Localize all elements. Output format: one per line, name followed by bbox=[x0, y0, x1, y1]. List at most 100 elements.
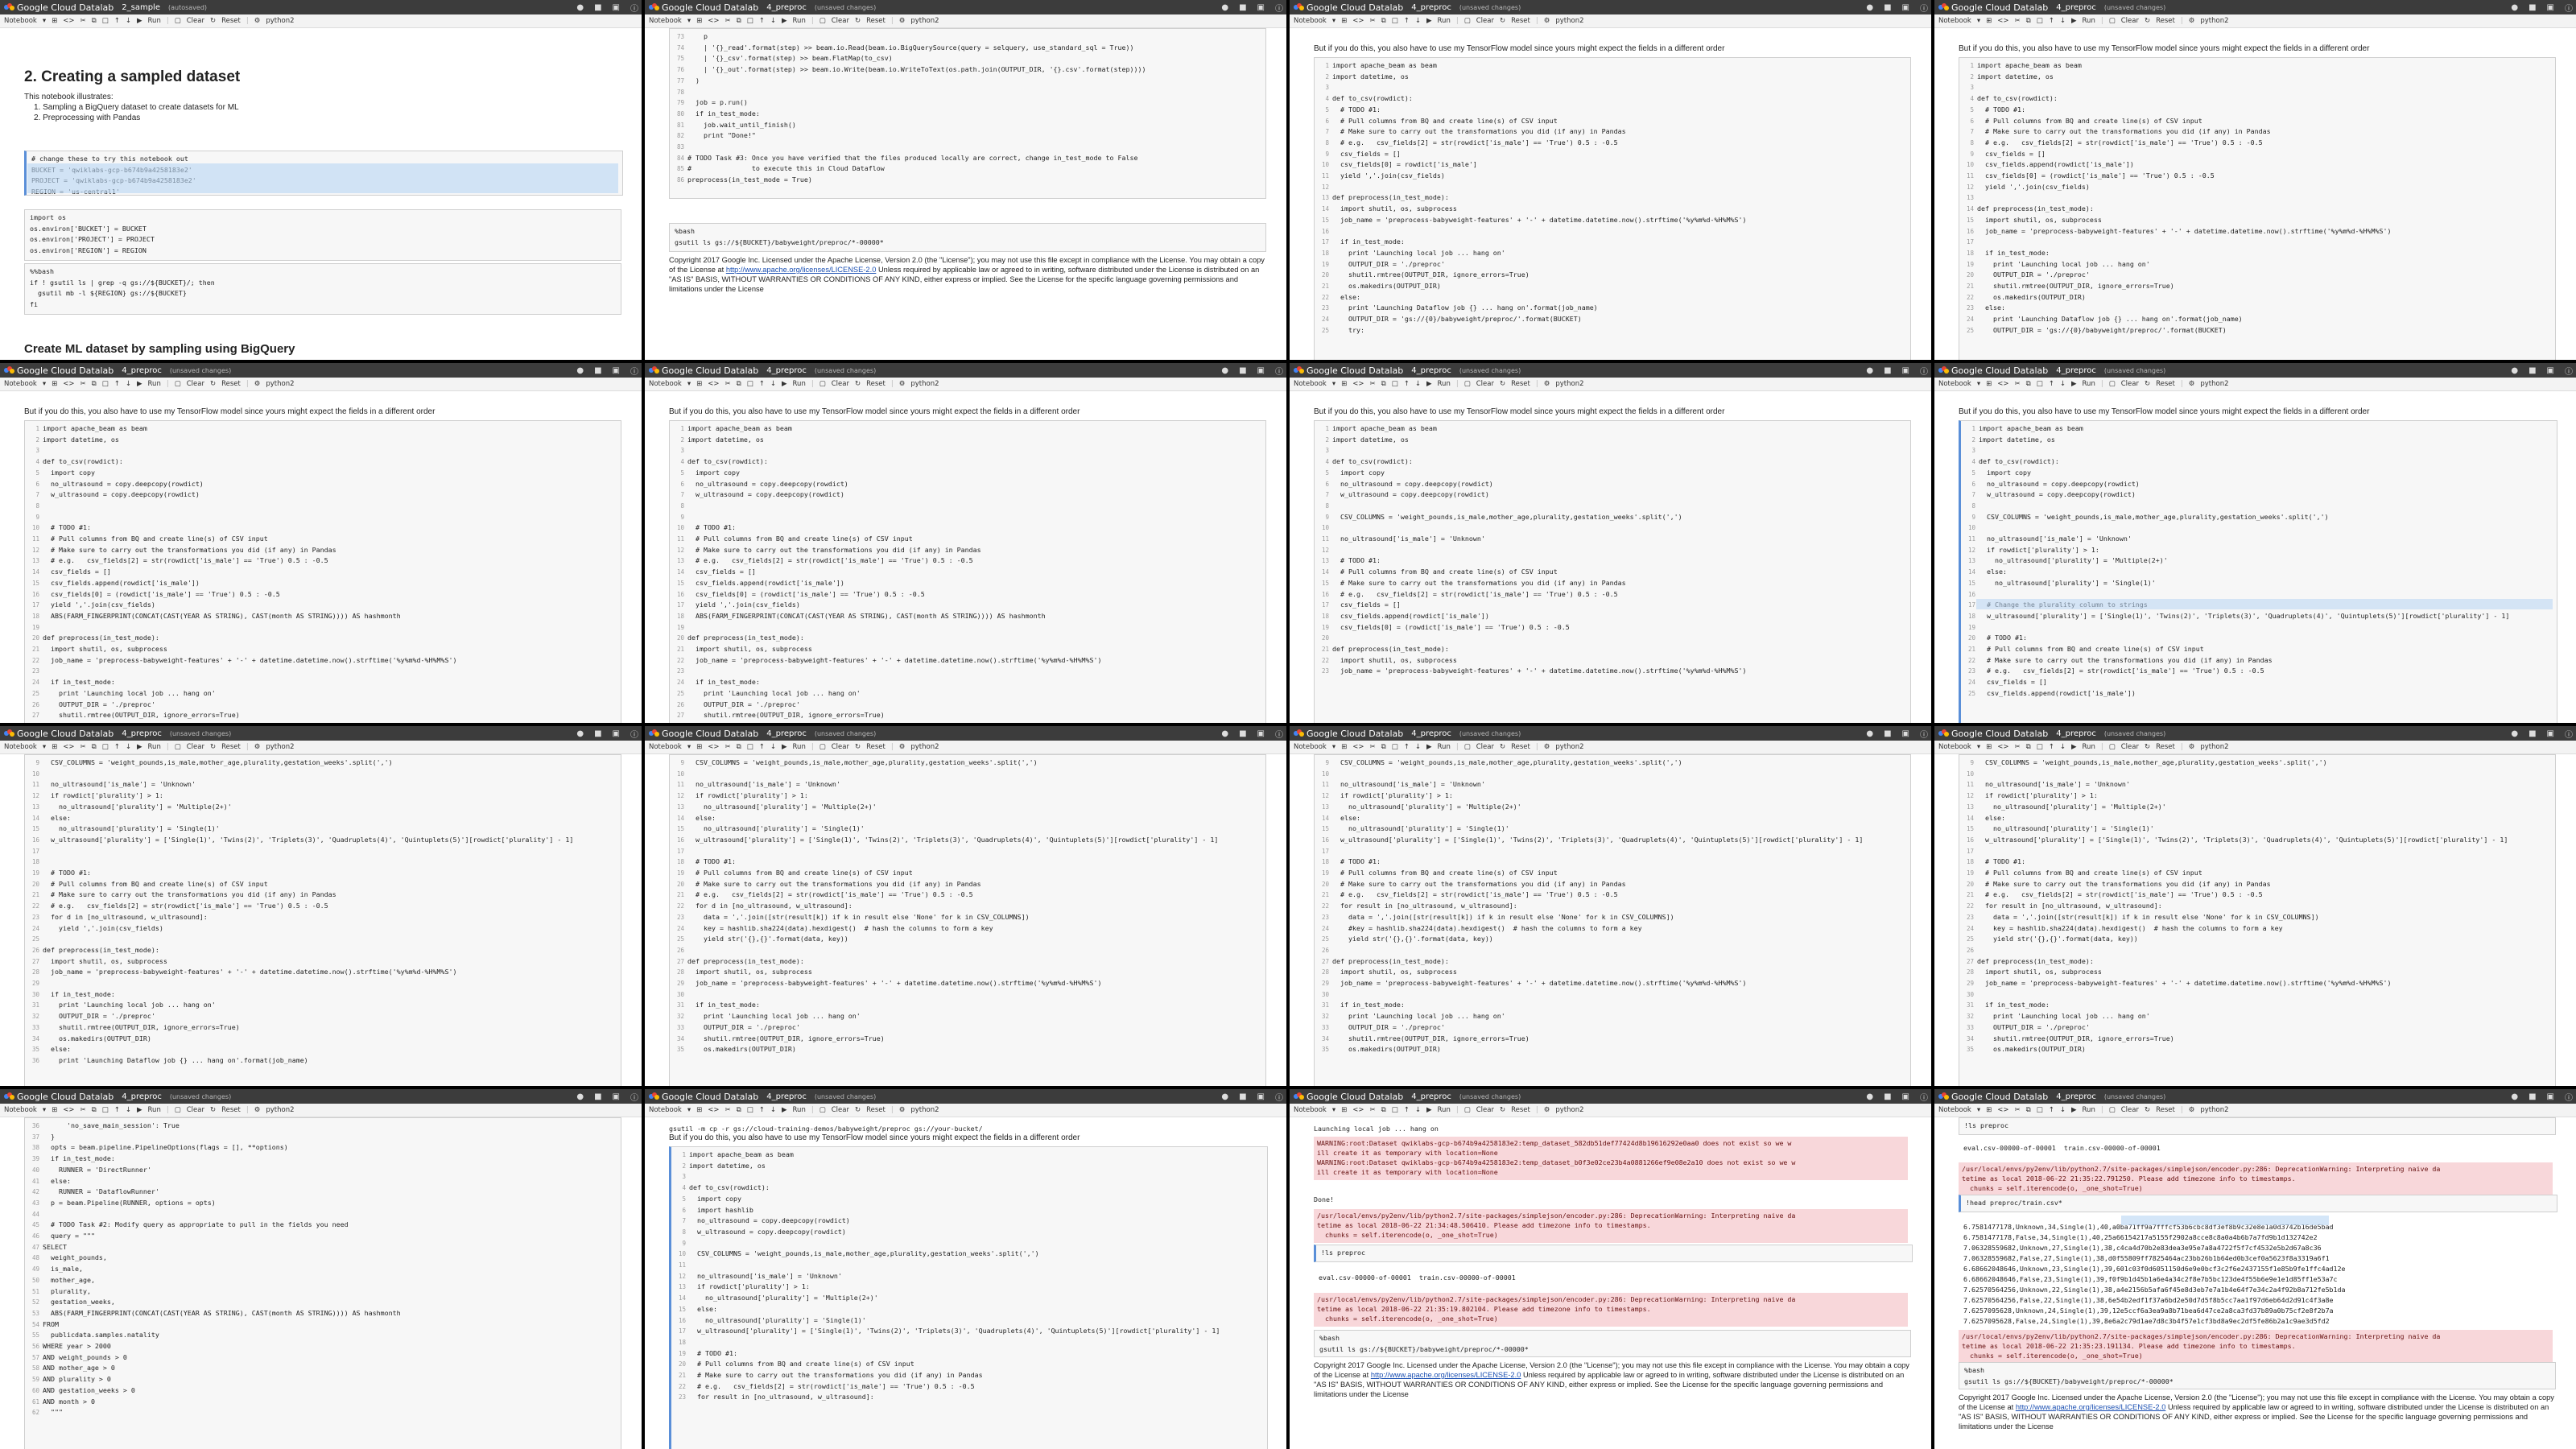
move-up-icon[interactable]: ↑ bbox=[759, 380, 765, 388]
clear-icon[interactable]: ▢ bbox=[175, 17, 181, 25]
stop-icon[interactable]: ■ bbox=[594, 729, 601, 738]
person-icon[interactable]: ● bbox=[576, 1092, 584, 1101]
run-button[interactable]: Run bbox=[2083, 380, 2095, 388]
notebook-name[interactable]: 4_preproc bbox=[1411, 3, 1451, 12]
move-up-icon[interactable]: ↑ bbox=[114, 743, 120, 751]
add-cell-icon[interactable]: ⊞ bbox=[1341, 743, 1347, 751]
code-icon[interactable]: <> bbox=[1997, 743, 2008, 751]
paste-icon[interactable]: □ bbox=[1392, 743, 1398, 751]
code-editor[interactable]: %bash gsutil ls gs://${BUCKET}/babyweigh… bbox=[675, 226, 1264, 251]
app-brand[interactable]: Google Cloud Datalab bbox=[1951, 2, 2048, 13]
person-icon[interactable]: ● bbox=[576, 366, 584, 375]
license-link[interactable]: http://www.apache.org/licenses/LICENSE-2… bbox=[726, 266, 877, 274]
paste-icon[interactable]: □ bbox=[2037, 743, 2043, 751]
stop-icon[interactable]: ■ bbox=[594, 366, 601, 375]
app-brand[interactable]: Google Cloud Datalab bbox=[1951, 1092, 2048, 1102]
paste-icon[interactable]: □ bbox=[102, 17, 109, 25]
person-icon[interactable]: ● bbox=[1221, 366, 1228, 375]
clear-button[interactable]: Clear bbox=[2121, 17, 2139, 25]
person-icon[interactable]: ● bbox=[576, 3, 584, 12]
stop-icon[interactable]: ■ bbox=[1884, 3, 1891, 12]
add-cell-icon[interactable]: ⊞ bbox=[696, 743, 702, 751]
run-icon[interactable]: ▶ bbox=[782, 1106, 787, 1114]
kernel-selector[interactable]: python2 bbox=[1555, 1106, 1583, 1114]
code-editor[interactable]: %%bash if ! gsutil ls | grep -q gs://${B… bbox=[30, 266, 619, 314]
app-brand[interactable]: Google Cloud Datalab bbox=[17, 729, 114, 739]
kernel-selector[interactable]: python2 bbox=[266, 380, 294, 388]
add-cell-icon[interactable]: ⊞ bbox=[52, 743, 57, 751]
save-icon[interactable]: ▣ bbox=[1257, 3, 1265, 12]
notebook-menu[interactable]: Notebook bbox=[1294, 1106, 1327, 1114]
kernel-icon[interactable]: ⚙ bbox=[254, 17, 261, 25]
move-down-icon[interactable]: ↓ bbox=[126, 17, 131, 25]
info-icon[interactable]: ⓘ bbox=[1275, 728, 1283, 740]
cut-icon[interactable]: ✂ bbox=[80, 380, 86, 388]
cut-icon[interactable]: ✂ bbox=[1370, 1106, 1376, 1114]
copy-icon[interactable]: ⧉ bbox=[737, 1106, 741, 1114]
code-cell[interactable]: %bash gsutil ls gs://${BUCKET}/babyweigh… bbox=[1314, 1330, 1911, 1357]
cut-icon[interactable]: ✂ bbox=[1370, 17, 1376, 25]
save-icon[interactable]: ▣ bbox=[2547, 729, 2554, 738]
add-cell-icon[interactable]: ⊞ bbox=[1986, 380, 1992, 388]
run-icon[interactable]: ▶ bbox=[2071, 380, 2077, 388]
run-button[interactable]: Run bbox=[1438, 743, 1451, 751]
app-brand[interactable]: Google Cloud Datalab bbox=[1307, 1092, 1403, 1102]
person-icon[interactable]: ● bbox=[1866, 1092, 1873, 1101]
kernel-icon[interactable]: ⚙ bbox=[2189, 743, 2195, 751]
clear-button[interactable]: Clear bbox=[832, 380, 849, 388]
copy-icon[interactable]: ⧉ bbox=[2026, 17, 2031, 25]
move-up-icon[interactable]: ↑ bbox=[114, 17, 120, 25]
clear-icon[interactable]: ▢ bbox=[175, 1106, 181, 1114]
code-editor[interactable]: %bash gsutil ls gs://${BUCKET}/babyweigh… bbox=[1964, 1365, 2553, 1389]
copy-icon[interactable]: ⧉ bbox=[1381, 1106, 1386, 1114]
notebook-menu[interactable]: Notebook bbox=[649, 743, 682, 751]
move-down-icon[interactable]: ↓ bbox=[770, 17, 776, 25]
clear-button[interactable]: Clear bbox=[187, 743, 204, 751]
app-brand[interactable]: Google Cloud Datalab bbox=[17, 2, 114, 13]
kernel-selector[interactable]: python2 bbox=[910, 1106, 939, 1114]
reset-button[interactable]: Reset bbox=[221, 17, 241, 25]
stop-icon[interactable]: ■ bbox=[594, 1092, 601, 1101]
info-icon[interactable]: ⓘ bbox=[2565, 365, 2573, 377]
reset-icon[interactable]: ↻ bbox=[2145, 1106, 2150, 1114]
notebook-menu[interactable]: Notebook bbox=[4, 17, 37, 25]
info-icon[interactable]: ⓘ bbox=[1920, 365, 1928, 377]
copy-icon[interactable]: ⧉ bbox=[2026, 743, 2031, 751]
move-up-icon[interactable]: ↑ bbox=[1404, 743, 1410, 751]
copy-icon[interactable]: ⧉ bbox=[737, 17, 741, 25]
stop-icon[interactable]: ■ bbox=[2529, 366, 2536, 375]
run-icon[interactable]: ▶ bbox=[1426, 1106, 1432, 1114]
reset-icon[interactable]: ↻ bbox=[855, 743, 861, 751]
person-icon[interactable]: ● bbox=[1221, 3, 1228, 12]
notebook-name[interactable]: 4_preproc bbox=[1411, 729, 1451, 738]
move-up-icon[interactable]: ↑ bbox=[114, 380, 120, 388]
add-cell-icon[interactable]: ⊞ bbox=[1986, 17, 1992, 25]
reset-button[interactable]: Reset bbox=[866, 17, 886, 25]
move-down-icon[interactable]: ↓ bbox=[2060, 1106, 2066, 1114]
run-button[interactable]: Run bbox=[148, 743, 161, 751]
run-icon[interactable]: ▶ bbox=[782, 17, 787, 25]
move-down-icon[interactable]: ↓ bbox=[2060, 743, 2066, 751]
clear-icon[interactable]: ▢ bbox=[819, 743, 826, 751]
notebook-menu[interactable]: Notebook bbox=[1294, 743, 1327, 751]
run-button[interactable]: Run bbox=[148, 380, 161, 388]
code-icon[interactable]: <> bbox=[1352, 380, 1364, 388]
code-icon[interactable]: <> bbox=[1352, 17, 1364, 25]
move-up-icon[interactable]: ↑ bbox=[759, 1106, 765, 1114]
save-icon[interactable]: ▣ bbox=[613, 3, 620, 12]
code-cell[interactable]: 1 2 3 4 5 6 7 8 9 10 11 12 13 14 15 16 1… bbox=[1314, 420, 1911, 723]
run-icon[interactable]: ▶ bbox=[2071, 1106, 2077, 1114]
move-down-icon[interactable]: ↓ bbox=[126, 743, 131, 751]
copy-icon[interactable]: ⧉ bbox=[1381, 17, 1386, 25]
reset-icon[interactable]: ↻ bbox=[1500, 743, 1505, 751]
notebook-menu-caret-icon[interactable]: ▾ bbox=[1977, 743, 1980, 751]
person-icon[interactable]: ● bbox=[1221, 729, 1228, 738]
reset-icon[interactable]: ↻ bbox=[210, 743, 216, 751]
kernel-selector[interactable]: python2 bbox=[266, 17, 294, 25]
code-editor[interactable]: !ls preproc bbox=[1321, 1248, 1910, 1261]
move-up-icon[interactable]: ↑ bbox=[114, 1106, 120, 1114]
run-icon[interactable]: ▶ bbox=[782, 743, 787, 751]
kernel-icon[interactable]: ⚙ bbox=[1544, 743, 1550, 751]
kernel-selector[interactable]: python2 bbox=[1555, 380, 1583, 388]
clear-button[interactable]: Clear bbox=[1476, 380, 1494, 388]
